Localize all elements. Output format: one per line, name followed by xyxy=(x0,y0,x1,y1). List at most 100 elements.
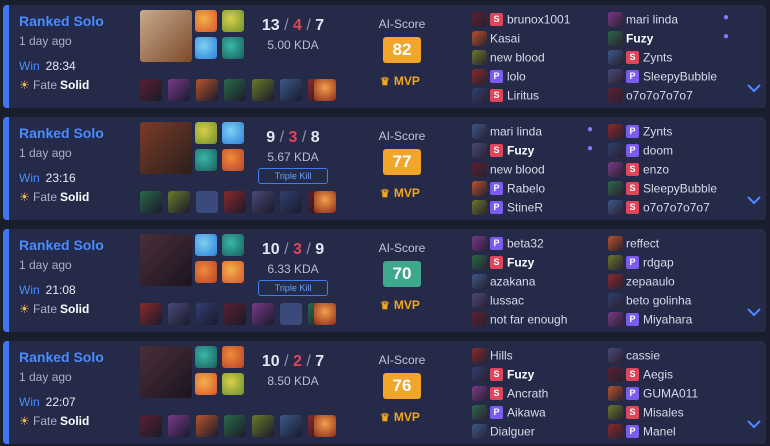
participant[interactable]: azakana xyxy=(472,273,535,290)
rune-icon[interactable] xyxy=(222,149,244,171)
summoner-spell-icon[interactable] xyxy=(222,346,244,368)
item-icon[interactable] xyxy=(168,79,190,101)
mvp-label: MVP xyxy=(393,298,420,312)
item-icon[interactable] xyxy=(168,191,190,213)
participant-champion-icon xyxy=(472,274,487,290)
participant[interactable]: beto golinha xyxy=(608,292,691,309)
participant[interactable]: Hills xyxy=(472,347,513,364)
rune-icon[interactable] xyxy=(195,261,217,283)
item-icon[interactable] xyxy=(168,415,190,437)
participant[interactable]: not far enough xyxy=(472,311,567,328)
summoner-spell-icon[interactable] xyxy=(195,122,217,144)
participant[interactable]: S Fuzy xyxy=(472,254,534,271)
participant[interactable]: P Aikawa xyxy=(472,404,546,421)
champion-portrait[interactable] xyxy=(140,346,192,398)
participant[interactable]: Pbeta32 xyxy=(472,235,544,252)
participant[interactable]: cassie xyxy=(608,347,660,364)
participant[interactable]: Prdgap xyxy=(608,254,674,271)
participant[interactable]: P StineR xyxy=(472,199,543,216)
item-icon[interactable] xyxy=(196,191,218,213)
champion-portrait[interactable] xyxy=(140,234,192,286)
rank-tag-s: S xyxy=(626,368,639,382)
champion-portrait[interactable] xyxy=(140,122,192,174)
participant[interactable]: o7o7o7o7o7 xyxy=(608,87,693,104)
item-icon[interactable] xyxy=(140,415,162,437)
participant[interactable]: Dialguer xyxy=(472,423,535,440)
rune-icon[interactable] xyxy=(222,37,244,59)
participant[interactable]: P GUMA011 xyxy=(608,385,698,402)
summoner-spell-icon[interactable] xyxy=(222,122,244,144)
match-card[interactable]: Ranked Solo 1 day ago Win 23:16 ☀ Fate Solid 9 … xyxy=(3,117,766,220)
item-icon[interactable] xyxy=(140,303,162,325)
participant[interactable]: reffect xyxy=(608,235,659,252)
item-icon[interactable] xyxy=(224,415,246,437)
item-icon[interactable] xyxy=(224,303,246,325)
participant[interactable]: Plolo xyxy=(472,68,526,85)
summoner-spell-icon[interactable] xyxy=(195,10,217,32)
chevron-down-icon[interactable] xyxy=(747,307,761,317)
item-icon[interactable] xyxy=(224,79,246,101)
item-icon[interactable] xyxy=(140,191,162,213)
rune-icon[interactable] xyxy=(222,261,244,283)
participant[interactable]: Kasai xyxy=(472,30,520,47)
participant[interactable]: lussac xyxy=(472,292,524,309)
summoner-spell-icon[interactable] xyxy=(222,10,244,32)
participant[interactable]: Senzo xyxy=(608,161,669,178)
participant[interactable]: S Misales xyxy=(608,404,684,421)
participant[interactable]: P Zynts xyxy=(608,123,672,140)
summoner-spell-icon[interactable] xyxy=(222,234,244,256)
chevron-down-icon[interactable] xyxy=(747,419,761,429)
item-icon[interactable] xyxy=(252,303,274,325)
participant[interactable]: S Ancrath xyxy=(472,385,548,402)
participant[interactable]: P Miyahara xyxy=(608,311,692,328)
participant[interactable]: S Fuzy xyxy=(472,142,534,159)
participant[interactable]: S Zynts xyxy=(608,49,672,66)
match-card[interactable]: Ranked Solo 1 day ago Win 28:34 ☀ Fate Solid 13… xyxy=(3,5,766,108)
rune-icon[interactable] xyxy=(195,149,217,171)
participant[interactable]: P Manel xyxy=(608,423,676,440)
summoner-spell-icon[interactable] xyxy=(195,234,217,256)
item-icon[interactable] xyxy=(280,79,302,101)
chevron-down-icon[interactable] xyxy=(747,195,761,205)
participant[interactable]: mari linda xyxy=(472,123,542,140)
participant[interactable]: zepaaulo xyxy=(608,273,675,290)
item-icon[interactable] xyxy=(224,191,246,213)
item-icon[interactable] xyxy=(252,191,274,213)
item-icon[interactable] xyxy=(252,415,274,437)
item-icon[interactable] xyxy=(280,303,302,325)
match-card[interactable]: Ranked Solo 1 day ago Win 22:07 ☀ Fate Solid 10… xyxy=(3,341,766,444)
participant[interactable]: Pdoom xyxy=(608,142,673,159)
participant[interactable]: new blood xyxy=(472,161,545,178)
rune-icon[interactable] xyxy=(195,37,217,59)
rune-icon[interactable] xyxy=(195,373,217,395)
participant-champion-icon xyxy=(472,255,487,271)
item-icon[interactable] xyxy=(140,79,162,101)
participant[interactable]: mari linda xyxy=(608,11,678,28)
item-icon[interactable] xyxy=(196,79,218,101)
item-icon[interactable] xyxy=(196,303,218,325)
trinket-icon[interactable] xyxy=(314,79,336,101)
chevron-down-icon[interactable] xyxy=(747,83,761,93)
trinket-icon[interactable] xyxy=(314,303,336,325)
participant[interactable]: Sbrunox1001 xyxy=(472,11,570,28)
item-icon[interactable] xyxy=(280,191,302,213)
item-icon[interactable] xyxy=(168,303,190,325)
participant[interactable]: Fuzy xyxy=(608,30,653,47)
trinket-icon[interactable] xyxy=(314,415,336,437)
participant[interactable]: S Fuzy xyxy=(472,366,534,383)
champion-portrait[interactable] xyxy=(140,10,192,62)
item-icon[interactable] xyxy=(196,415,218,437)
participant[interactable]: S SleepyBubble xyxy=(608,180,717,197)
participant[interactable]: So7o7o7o7o7 xyxy=(608,199,710,216)
participant[interactable]: S Liritus xyxy=(472,87,539,104)
participant[interactable]: new blood xyxy=(472,49,545,66)
item-icon[interactable] xyxy=(280,415,302,437)
trinket-icon[interactable] xyxy=(314,191,336,213)
participant[interactable]: S Aegis xyxy=(608,366,673,383)
participant[interactable]: P Rabelo xyxy=(472,180,545,197)
summoner-spell-icon[interactable] xyxy=(195,346,217,368)
match-card[interactable]: Ranked Solo 1 day ago Win 21:08 ☀ Fate Solid 10… xyxy=(3,229,766,332)
participant[interactable]: P SleepyBubble xyxy=(608,68,717,85)
rune-icon[interactable] xyxy=(222,373,244,395)
item-icon[interactable] xyxy=(252,79,274,101)
